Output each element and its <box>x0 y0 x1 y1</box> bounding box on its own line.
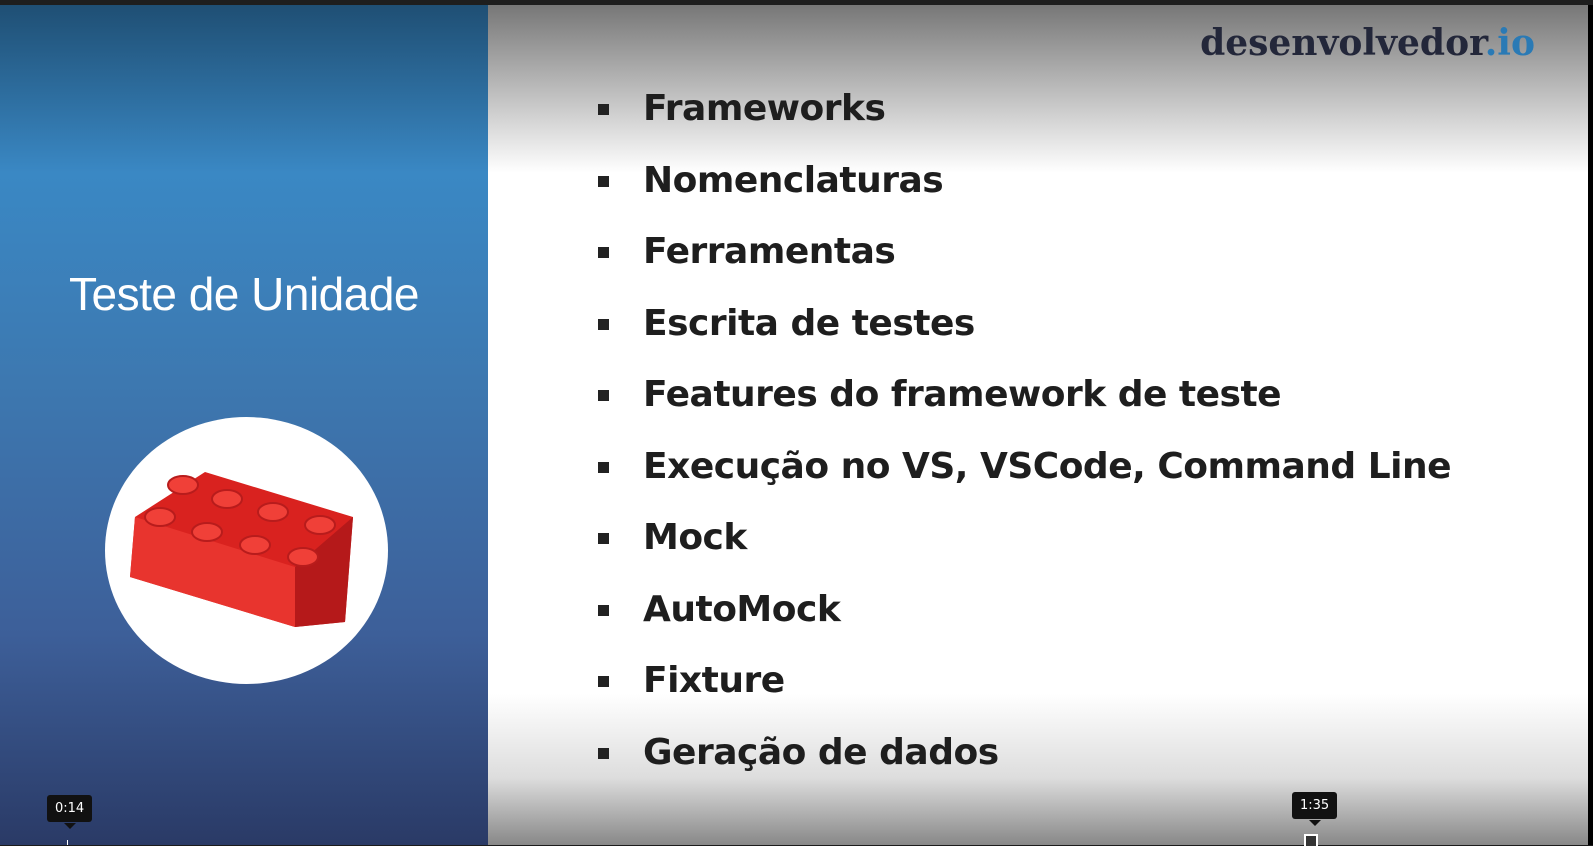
lego-brick-image <box>105 417 388 684</box>
current-time-tooltip: 1:35 <box>1292 792 1338 826</box>
list-item-text: Ferramentas <box>643 231 896 272</box>
logo-suffix: .io <box>1484 22 1535 64</box>
bullet-icon <box>598 676 609 687</box>
window-edge <box>1588 5 1593 845</box>
list-item-text: AutoMock <box>643 588 841 630</box>
list-item-text: Geração de dados <box>643 731 999 773</box>
list-item: Ferramentas <box>596 231 1451 303</box>
brand-logo: desenvolvedor.io <box>1200 22 1535 64</box>
bullet-icon <box>598 461 609 473</box>
bullet-icon <box>598 175 609 187</box>
hover-marker <box>67 840 68 845</box>
list-item-text: Escrita de testes <box>643 302 975 344</box>
slide-title: Teste de Unidade <box>68 268 420 320</box>
slide-left-panel: Teste de Unidade <box>0 5 488 845</box>
list-item: Frameworks <box>596 88 1451 160</box>
bullet-icon <box>598 533 609 544</box>
list-item-text: Mock <box>643 517 747 558</box>
list-item: Escrita de testes <box>596 303 1451 375</box>
bullet-icon <box>598 390 609 401</box>
lego-brick-icon <box>130 472 353 627</box>
seek-handle[interactable] <box>1304 834 1318 846</box>
list-item-text: Features do framework de teste <box>643 374 1282 415</box>
list-item: AutoMock <box>596 589 1451 661</box>
list-item: Execução no VS, VSCode, Command Line <box>596 445 1452 518</box>
bullet-icon <box>598 247 609 258</box>
list-item: Nomenclaturas <box>596 160 1451 232</box>
bullet-icon <box>598 747 609 759</box>
logo-text: desenvolvedor <box>1200 22 1485 64</box>
list-item-text: Execução no VS, VSCode, Command Line <box>643 445 1452 487</box>
list-item: Features do framework de teste <box>596 374 1451 446</box>
hover-time-tooltip: 0:14 <box>47 795 93 829</box>
list-item: Mock <box>596 517 1451 589</box>
list-item-text: Frameworks <box>643 88 886 129</box>
list-item-text: Fixture <box>643 660 785 701</box>
bullet-icon <box>598 604 609 616</box>
bullet-icon <box>598 104 609 115</box>
list-item: Fixture <box>596 660 1451 732</box>
list-item-text: Nomenclaturas <box>643 159 944 201</box>
bullet-icon <box>598 318 609 330</box>
bullet-list: Frameworks Nomenclaturas Ferramentas Esc… <box>596 88 1452 803</box>
